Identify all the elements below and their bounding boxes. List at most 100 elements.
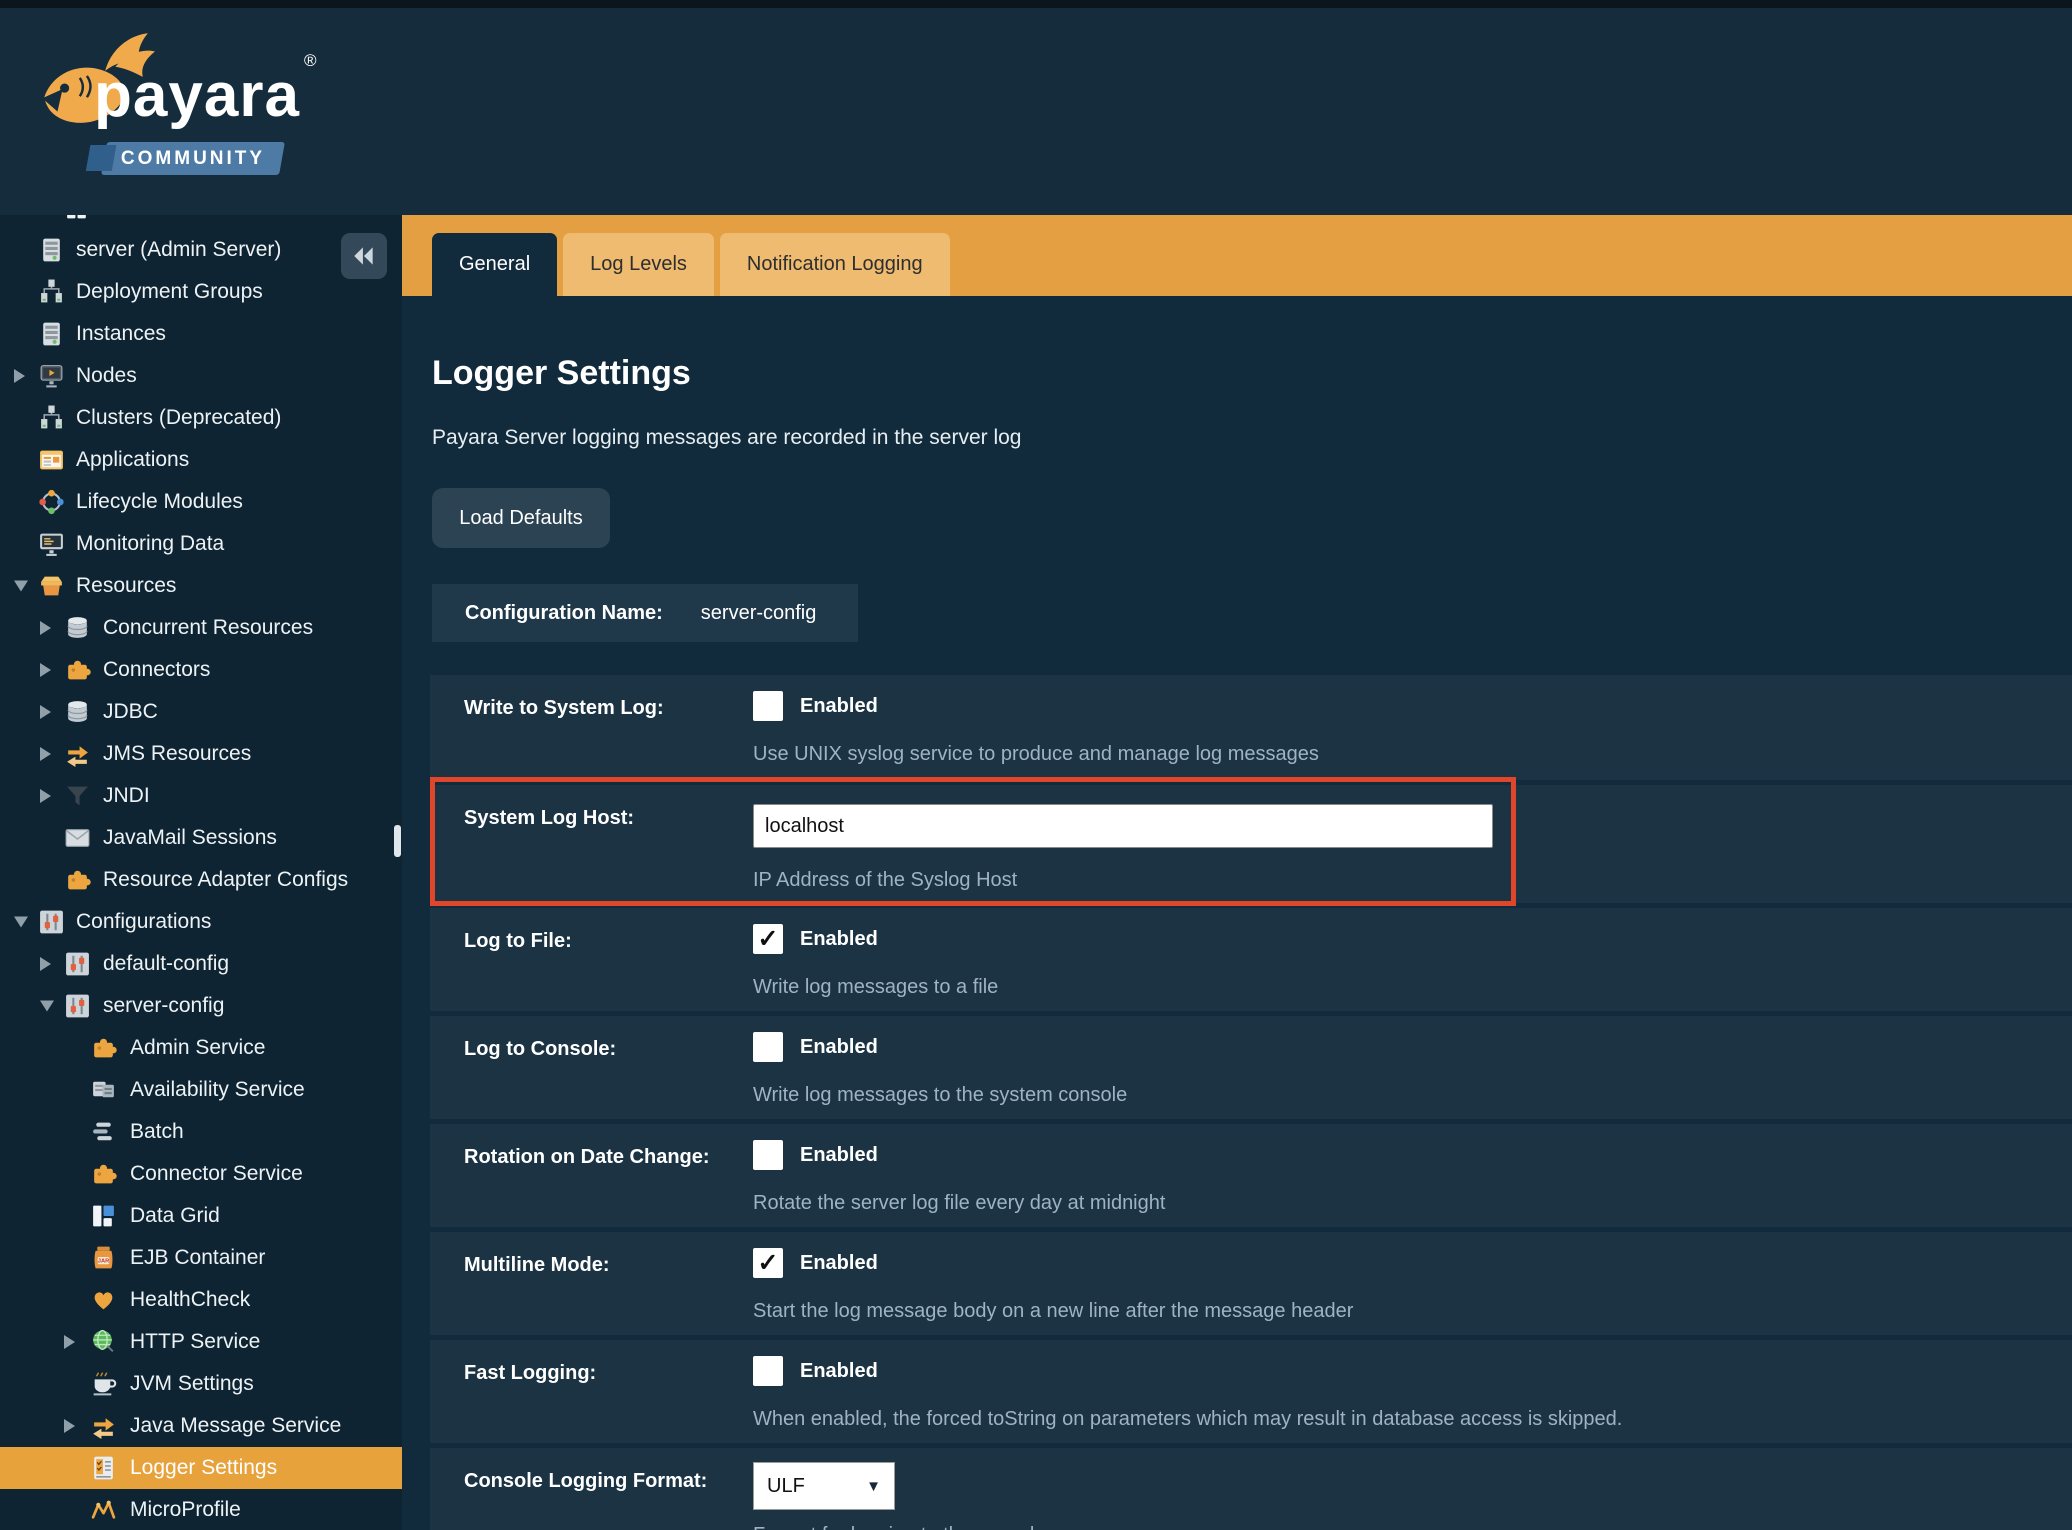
write-to-system-log-checkbox[interactable] bbox=[753, 691, 783, 721]
sidebar-item-resource-adapter-configs[interactable]: Resource Adapter Configs bbox=[0, 859, 402, 901]
sidebar-item-nodes[interactable]: Nodes bbox=[0, 355, 402, 397]
sidebar-item-data-grid[interactable]: Data Grid bbox=[0, 1195, 402, 1237]
sidebar-item-http-service[interactable]: HTTP Service bbox=[0, 1321, 402, 1363]
sidebar-item-jms-resources[interactable]: JMS Resources bbox=[0, 733, 402, 775]
form-row-log-to-file: Log to File:✓EnabledWrite log messages t… bbox=[430, 908, 2072, 1011]
tab-log-levels[interactable]: Log Levels bbox=[563, 233, 714, 296]
svg-text:JAR: JAR bbox=[98, 1259, 109, 1265]
tab-general[interactable]: General bbox=[432, 233, 557, 330]
sidebar-item-label: Batch bbox=[130, 1120, 184, 1144]
sidebar-item-jvm-settings[interactable]: JVM Settings bbox=[0, 1363, 402, 1405]
collapse-arrow-icon[interactable] bbox=[40, 1001, 54, 1012]
expand-arrow-icon[interactable] bbox=[40, 705, 51, 719]
fast-logging-checkbox[interactable] bbox=[753, 1356, 783, 1386]
load-defaults-button[interactable]: Load Defaults bbox=[432, 488, 610, 548]
system-log-host-input[interactable] bbox=[753, 804, 1493, 848]
expand-arrow-icon[interactable] bbox=[64, 1419, 75, 1433]
collapse-sidebar-button[interactable] bbox=[341, 233, 387, 279]
sidebar-item-applications[interactable]: Applications bbox=[0, 439, 402, 481]
puzzle-icon bbox=[64, 657, 91, 684]
sidebar-item-label: Resource Adapter Configs bbox=[103, 868, 348, 892]
sidebar-item-server-config[interactable]: server-config bbox=[0, 985, 402, 1027]
expand-arrow-icon[interactable] bbox=[40, 789, 51, 803]
server-icon bbox=[38, 321, 65, 348]
sidebar-item-configurations[interactable]: Configurations bbox=[0, 901, 402, 943]
expand-arrow-icon[interactable] bbox=[64, 1335, 75, 1349]
sidebar-item-label: JavaMail Sessions bbox=[103, 826, 277, 850]
sidebar-item-label: HTTP Service bbox=[130, 1330, 260, 1354]
sidebar-item-healthcheck[interactable]: HealthCheck bbox=[0, 1279, 402, 1321]
sidebar-item-batch[interactable]: Batch bbox=[0, 1111, 402, 1153]
sidebar-item-lifecycle-modules[interactable]: Lifecycle Modules bbox=[0, 481, 402, 523]
expand-arrow-icon[interactable] bbox=[40, 621, 51, 635]
main-panel: GeneralLog LevelsNotification Logging Lo… bbox=[402, 215, 2072, 1530]
top-strip bbox=[0, 0, 2072, 8]
logo-wordmark: payara® bbox=[94, 60, 313, 131]
sidebar-item-microprofile[interactable]: MicroProfile bbox=[0, 1489, 402, 1530]
logger-icon bbox=[90, 1455, 117, 1482]
sidebar-item-label: default-config bbox=[103, 952, 229, 976]
expand-arrow-icon[interactable] bbox=[14, 369, 25, 383]
sidebar-scrollbar-thumb[interactable] bbox=[394, 825, 401, 857]
navigation-tree: Data Grid server (Admin Server) Deployment… bbox=[0, 215, 402, 1530]
sidebar-item-availability-service[interactable]: Availability Service bbox=[0, 1069, 402, 1111]
availability-icon bbox=[90, 1077, 117, 1104]
expand-arrow-icon[interactable] bbox=[40, 957, 51, 971]
sidebar-item-clusters-deprecated[interactable]: Clusters (Deprecated) bbox=[0, 397, 402, 439]
checkbox-label: Enabled bbox=[800, 1360, 878, 1383]
sidebar-item-deployment-groups[interactable]: Deployment Groups bbox=[0, 271, 402, 313]
logger-settings-form: Write to System Log:EnabledUse UNIX sysl… bbox=[430, 675, 2072, 1530]
log-to-file-checkbox[interactable]: ✓ bbox=[753, 924, 783, 954]
expand-arrow-icon[interactable] bbox=[40, 663, 51, 677]
sidebar-item-label: Monitoring Data bbox=[76, 532, 224, 556]
group-tree-icon bbox=[38, 279, 65, 306]
log-to-console-checkbox[interactable] bbox=[753, 1032, 783, 1062]
collapse-arrow-icon[interactable] bbox=[14, 917, 28, 928]
arrows-icon bbox=[64, 741, 91, 768]
field-description: Write log messages to a file bbox=[753, 976, 998, 999]
sidebar-item-admin-service[interactable]: Admin Service bbox=[0, 1027, 402, 1069]
form-row-write-to-system-log: Write to System Log:EnabledUse UNIX sysl… bbox=[430, 675, 2072, 780]
sidebar-item-monitoring-data[interactable]: Monitoring Data bbox=[0, 523, 402, 565]
rotation-on-date-change-checkbox[interactable] bbox=[753, 1140, 783, 1170]
sidebar-item-label: Clusters (Deprecated) bbox=[76, 406, 281, 430]
sidebar-item-instances[interactable]: Instances bbox=[0, 313, 402, 355]
puzzle-icon bbox=[64, 867, 91, 894]
sidebar-item-javamail-sessions[interactable]: JavaMail Sessions bbox=[0, 817, 402, 859]
multiline-mode-checkbox[interactable]: ✓ bbox=[753, 1248, 783, 1278]
form-row-rotation-on-date-change: Rotation on Date Change:EnabledRotate th… bbox=[430, 1124, 2072, 1227]
community-badge: COMMUNITY bbox=[101, 142, 285, 175]
checkbox-control: Enabled bbox=[753, 1032, 878, 1062]
sidebar-item-label: Lifecycle Modules bbox=[76, 490, 243, 514]
sidebar-item-label: Nodes bbox=[76, 364, 137, 388]
coffee-icon bbox=[90, 1371, 117, 1398]
sidebar-item-label: JMS Resources bbox=[103, 742, 251, 766]
console-logging-format-select[interactable]: ULF▼ bbox=[753, 1462, 895, 1510]
sidebar-item-resources[interactable]: Resources bbox=[0, 565, 402, 607]
sidebar-item-label: Java Message Service bbox=[130, 1414, 341, 1438]
checkbox-label: Enabled bbox=[800, 695, 878, 718]
field-label: System Log Host: bbox=[464, 807, 634, 830]
sidebar-item-ejb-container[interactable]: JAREJB Container bbox=[0, 1237, 402, 1279]
tab-notification-logging[interactable]: Notification Logging bbox=[720, 233, 950, 296]
field-description: IP Address of the Syslog Host bbox=[753, 869, 1017, 892]
form-row-multiline-mode: Multiline Mode:✓EnabledStart the log mes… bbox=[430, 1232, 2072, 1335]
sidebar-item-connector-service[interactable]: Connector Service bbox=[0, 1153, 402, 1195]
sidebar-item-jndi[interactable]: JNDI bbox=[0, 775, 402, 817]
microprofile-icon bbox=[90, 1497, 117, 1524]
expand-arrow-icon[interactable] bbox=[40, 747, 51, 761]
checkbox-label: Enabled bbox=[800, 1252, 878, 1275]
database-icon bbox=[64, 615, 91, 642]
sidebar-item-connectors[interactable]: Connectors bbox=[0, 649, 402, 691]
sidebar-item-logger-settings[interactable]: Logger Settings bbox=[0, 1447, 402, 1489]
configuration-name-value: server-config bbox=[701, 602, 817, 625]
collapse-arrow-icon[interactable] bbox=[14, 581, 28, 592]
sidebar-item-concurrent-resources[interactable]: Concurrent Resources bbox=[0, 607, 402, 649]
sidebar-item-jdbc[interactable]: JDBC bbox=[0, 691, 402, 733]
sidebar-item-label: server (Admin Server) bbox=[76, 238, 281, 262]
header: payara® COMMUNITY bbox=[0, 8, 2072, 215]
sidebar-item-data-grid[interactable]: Data Grid bbox=[0, 215, 402, 229]
sidebar-item-default-config[interactable]: default-config bbox=[0, 943, 402, 985]
sidebar-item-java-message-service[interactable]: Java Message Service bbox=[0, 1405, 402, 1447]
database-icon bbox=[64, 699, 91, 726]
